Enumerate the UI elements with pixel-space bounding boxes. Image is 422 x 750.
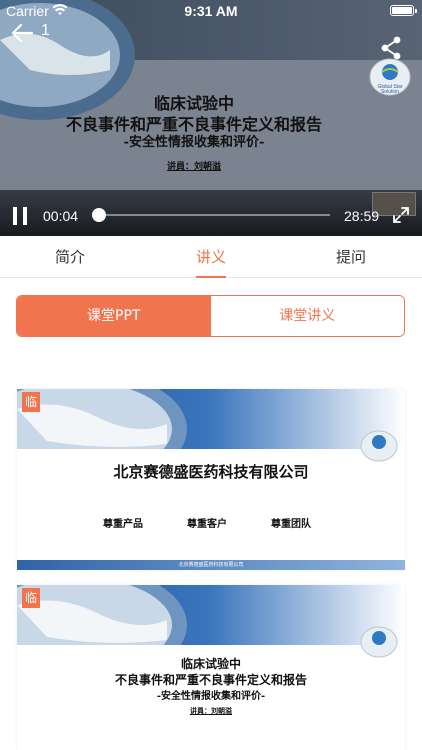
segment-handout-button[interactable]: 课堂讲义 [210,296,404,336]
segment-ppt-button[interactable]: 课堂PPT [17,296,211,336]
progress-bar[interactable] [98,214,330,216]
status-time: 9:31 AM [184,3,238,19]
handout-type-switch: 课堂PPT 课堂讲义 [16,295,405,337]
slide-value-2: 尊重客户 [187,519,227,530]
slide-speaker: 讲員：刘朝溢 [190,706,232,715]
slide-title-2: 不良事件和严重不良事件定义和报告 [114,673,307,687]
slide-thumbnail[interactable]: 临 临床试验中 不良事件和严重不良事件定义和报告 -安全性情报收集和评价- 讲員… [17,585,405,750]
tab-bar: 简介 讲义 提问 [0,236,422,278]
status-bar: Carrier 9:31 AM [0,0,422,22]
video-player[interactable]: Carrier 9:31 AM 1 Global Star Solution 临… [0,0,422,236]
slide-title-3: -安全性情报收集和评价- [156,691,266,702]
slide-badge: 临 [22,588,40,608]
slide-value-1: 尊重产品 [103,519,143,530]
total-time: 28:59 [344,208,380,224]
tab-active-indicator [196,276,226,278]
tab-intro[interactable]: 简介 [30,236,110,278]
slide-thumbnail[interactable]: 临 北京赛德盛医药科技有限公司 尊重产品 尊重客户 尊重团队 北京赛德盛医药科技… [17,389,405,570]
battery-icon [390,5,417,16]
video-slide-speaker: 讲員：刘朝溢 [166,162,221,172]
back-arrow-icon[interactable] [10,22,34,44]
slide-footer: 北京赛德盛医药科技有限公司 [17,560,405,570]
tab-ask[interactable]: 提问 [311,236,391,278]
slide-title-1: 临床试验中 [180,657,241,671]
slide-value-3: 尊重团队 [271,519,311,530]
slide-company-name: 北京赛德盛医药科技有限公司 [113,463,309,481]
current-time: 00:04 [43,208,79,224]
video-index: 1 [41,22,50,39]
slide-badge: 临 [22,392,40,412]
pause-icon[interactable] [13,207,27,225]
progress-knob[interactable] [92,208,106,222]
tab-handout[interactable]: 讲义 [171,236,251,278]
video-slide-title-3: -安全性情报收集和评价- [123,135,265,150]
fullscreen-icon[interactable] [392,206,410,224]
